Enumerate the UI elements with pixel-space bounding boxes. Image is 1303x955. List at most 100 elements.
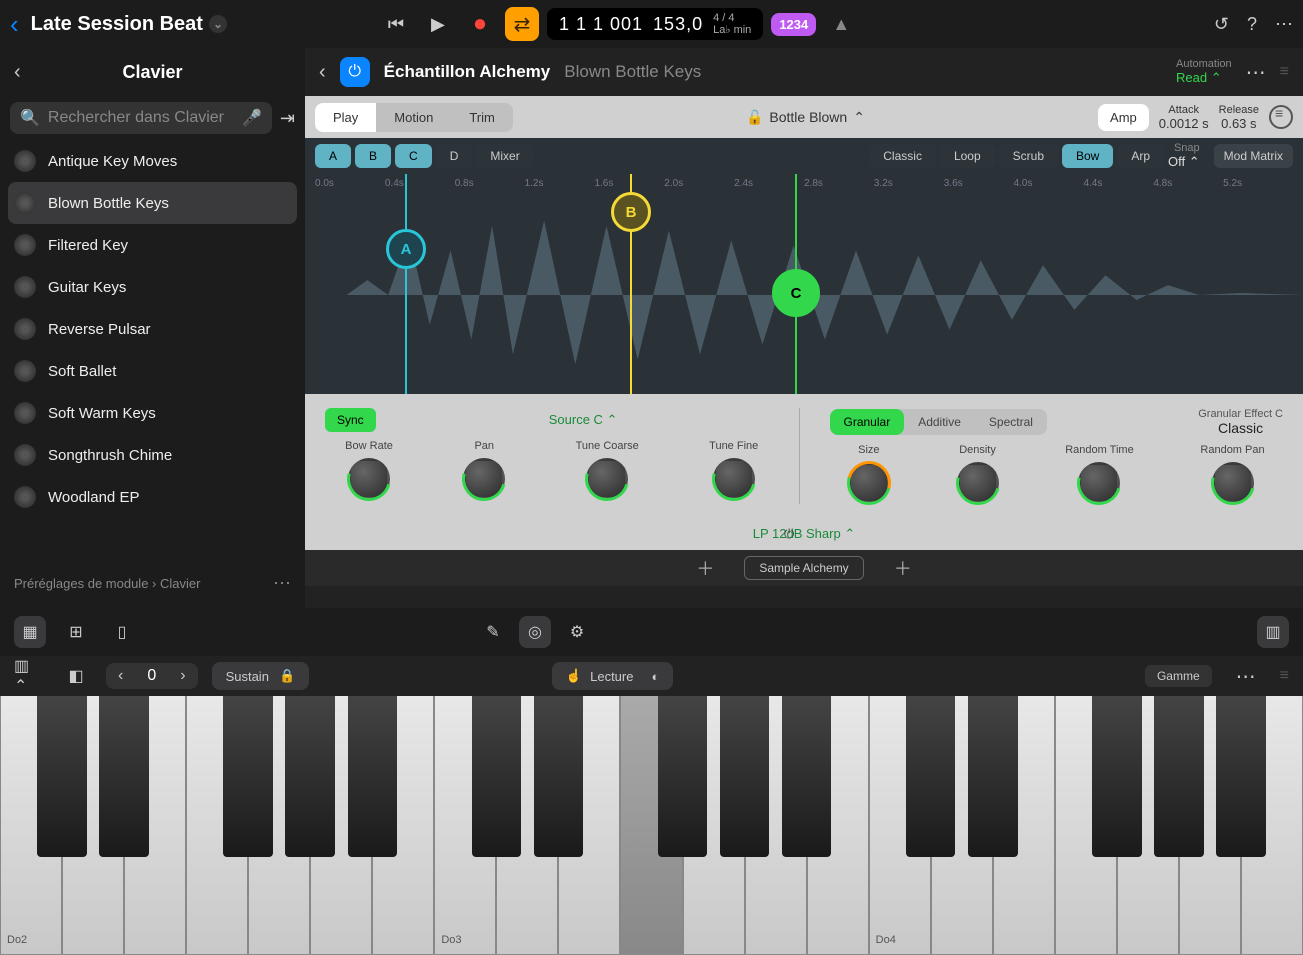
keyboard-drag-handle[interactable]: ≡ bbox=[1280, 667, 1289, 685]
release-control[interactable]: Release 0.63 s bbox=[1219, 104, 1259, 131]
metronome-button[interactable]: ▲ bbox=[824, 7, 858, 41]
preset-item[interactable]: Soft Ballet bbox=[0, 350, 305, 392]
knob-tune-fine[interactable]: Tune Fine bbox=[709, 440, 758, 500]
black-key[interactable] bbox=[534, 696, 584, 857]
filter-power-icon[interactable]: ⏻ bbox=[784, 526, 794, 542]
editor-back-button[interactable]: ‹ bbox=[319, 61, 326, 84]
knob-pan[interactable]: Pan bbox=[463, 440, 505, 500]
keyboard-split-icon[interactable]: ◧ bbox=[60, 660, 92, 692]
breadcrumb-more-icon[interactable]: ⋯ bbox=[273, 573, 291, 594]
filter-select[interactable]: LP 12dB Sharp ⌃ bbox=[753, 526, 855, 541]
black-key[interactable] bbox=[223, 696, 273, 857]
source-tab-d[interactable]: D bbox=[436, 144, 473, 168]
count-in-badge[interactable]: 1234 bbox=[771, 13, 816, 36]
octave-down-button[interactable]: ‹ bbox=[106, 663, 135, 689]
piano-keyboard[interactable]: Do2Do3Do4 bbox=[0, 696, 1303, 955]
preset-item[interactable]: Soft Warm Keys bbox=[0, 392, 305, 434]
plugin-slot[interactable]: Sample Alchemy bbox=[744, 556, 863, 580]
black-key[interactable] bbox=[782, 696, 832, 857]
preset-item[interactable]: Blown Bottle Keys bbox=[8, 182, 297, 224]
view-tracks-button[interactable]: ▦ bbox=[14, 616, 46, 648]
keyboard-toggle-button[interactable]: ▥ bbox=[1257, 616, 1289, 648]
granmode-additive[interactable]: Additive bbox=[904, 409, 975, 435]
editor-more-icon[interactable]: ⋯ bbox=[1246, 60, 1266, 85]
mode-tab-trim[interactable]: Trim bbox=[451, 103, 513, 132]
handle-c[interactable]: C bbox=[795, 174, 797, 394]
search-input[interactable]: 🔍 Rechercher dans Clavier 🎤 bbox=[10, 102, 272, 134]
source-tab-b[interactable]: B bbox=[355, 144, 391, 168]
sustain-toggle[interactable]: Sustain 🔒 bbox=[212, 662, 310, 690]
black-key[interactable] bbox=[658, 696, 708, 857]
mic-icon[interactable]: 🎤 bbox=[242, 108, 262, 128]
source-tab-a[interactable]: A bbox=[315, 144, 351, 168]
knob-size[interactable]: Size bbox=[848, 444, 890, 504]
black-key[interactable] bbox=[968, 696, 1018, 857]
amp-button[interactable]: Amp bbox=[1098, 104, 1149, 131]
black-key[interactable] bbox=[1154, 696, 1204, 857]
plugin-controls-button[interactable]: ⚙ bbox=[561, 616, 593, 648]
keyboard-more-icon[interactable]: ⋯ bbox=[1236, 664, 1256, 689]
knob-random-pan[interactable]: Random Pan bbox=[1200, 444, 1264, 504]
mode-tab-play[interactable]: Play bbox=[315, 103, 376, 132]
black-key[interactable] bbox=[1216, 696, 1266, 857]
project-title[interactable]: Late Session Beat ⌄ bbox=[31, 13, 227, 36]
black-key[interactable] bbox=[472, 696, 522, 857]
playmode-tab-arp[interactable]: Arp bbox=[1117, 144, 1164, 168]
add-plugin-left-button[interactable]: ＋ bbox=[696, 555, 714, 581]
automation-value[interactable]: Read ⌃ bbox=[1176, 70, 1232, 86]
preset-item[interactable]: Songthrush Chime bbox=[0, 434, 305, 476]
preset-item[interactable]: Guitar Keys bbox=[0, 266, 305, 308]
view-live-button[interactable]: ▯ bbox=[106, 616, 138, 648]
octave-stepper[interactable]: ‹ 0 › bbox=[106, 663, 198, 689]
black-key[interactable] bbox=[720, 696, 770, 857]
view-mixer-button[interactable]: ⊞ bbox=[60, 616, 92, 648]
source-tab-mixer[interactable]: Mixer bbox=[476, 144, 533, 168]
playmode-tab-scrub[interactable]: Scrub bbox=[999, 144, 1058, 168]
add-plugin-right-button[interactable]: ＋ bbox=[894, 555, 912, 581]
sidebar-breadcrumb[interactable]: Préréglages de module › Clavier ⋯ bbox=[0, 559, 305, 608]
knob-density[interactable]: Density bbox=[957, 444, 999, 504]
power-button[interactable]: ⏻ bbox=[340, 57, 370, 87]
black-key[interactable] bbox=[37, 696, 87, 857]
effect-value[interactable]: Classic bbox=[1198, 420, 1283, 436]
more-icon[interactable]: ⋯ bbox=[1275, 14, 1293, 35]
mode-segment[interactable]: PlayMotionTrim bbox=[315, 103, 513, 132]
help-icon[interactable]: ? bbox=[1247, 14, 1257, 35]
black-key[interactable] bbox=[1092, 696, 1142, 857]
knob-random-time[interactable]: Random Time bbox=[1065, 444, 1133, 504]
octave-up-button[interactable]: › bbox=[168, 663, 197, 689]
undo-icon[interactable]: ↺ bbox=[1214, 14, 1229, 35]
handle-a[interactable]: A bbox=[405, 174, 407, 394]
playmode-tab-loop[interactable]: Loop bbox=[940, 144, 995, 168]
sync-button[interactable]: Sync bbox=[325, 408, 376, 432]
knob-bow-rate[interactable]: Bow Rate bbox=[345, 440, 393, 500]
sample-selector[interactable]: 🔓 Bottle Blown ⌃ bbox=[746, 109, 865, 126]
smart-controls-button[interactable]: ◎ bbox=[519, 616, 551, 648]
granular-mode-segment[interactable]: GranularAdditiveSpectral bbox=[830, 409, 1047, 435]
lcd-display[interactable]: 1 1 1 001 153,0 4 / 4 La♭ min bbox=[547, 8, 763, 40]
drag-handle-icon[interactable]: ≡ bbox=[1280, 63, 1289, 81]
snap-control[interactable]: Snap Off ⌃ bbox=[1168, 142, 1200, 170]
black-key[interactable] bbox=[348, 696, 398, 857]
preset-item[interactable]: Antique Key Moves bbox=[0, 140, 305, 182]
collapse-icon[interactable]: ⇥ bbox=[280, 108, 295, 129]
preset-item[interactable]: Filtered Key bbox=[0, 224, 305, 266]
knob-tune-coarse[interactable]: Tune Coarse bbox=[576, 440, 639, 500]
handle-b[interactable]: B bbox=[630, 174, 632, 394]
granmode-granular[interactable]: Granular bbox=[830, 409, 905, 435]
preset-item[interactable]: Woodland EP bbox=[0, 476, 305, 518]
playmode-tab-classic[interactable]: Classic bbox=[869, 144, 936, 168]
keyboard-play-mode[interactable]: ☝ Lecture ◐ bbox=[552, 662, 673, 690]
attack-control[interactable]: Attack 0.0012 s bbox=[1159, 104, 1209, 131]
mode-tab-motion[interactable]: Motion bbox=[376, 103, 451, 132]
back-button[interactable]: ‹ bbox=[10, 9, 19, 40]
playmode-tab-bow[interactable]: Bow bbox=[1062, 144, 1113, 168]
record-button[interactable]: ● bbox=[463, 7, 497, 41]
play-button[interactable]: ▶ bbox=[421, 7, 455, 41]
source-tab-c[interactable]: C bbox=[395, 144, 432, 168]
waveform-area[interactable]: 0.0s0.4s0.8s1.2s1.6s2.0s2.4s2.8s3.2s3.6s… bbox=[305, 174, 1303, 394]
source-select[interactable]: Source C ⌃ bbox=[549, 412, 618, 428]
black-key[interactable] bbox=[285, 696, 335, 857]
black-key[interactable] bbox=[99, 696, 149, 857]
edit-pencil-button[interactable]: ✎ bbox=[477, 616, 509, 648]
